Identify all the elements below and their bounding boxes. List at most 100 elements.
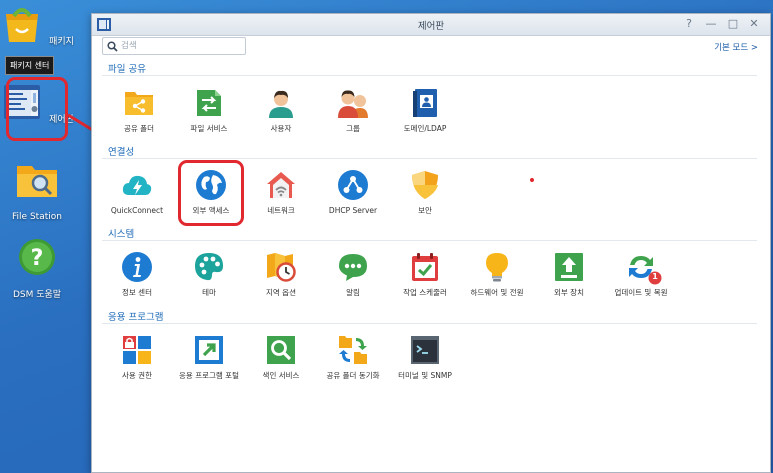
- app-label: 보안: [418, 206, 432, 215]
- section-title-connectivity: 연결성: [108, 147, 135, 158]
- app-label: 응용 프로그램 포털: [179, 371, 239, 380]
- app-label: 공유 폴더 동기화: [326, 371, 380, 380]
- search-box[interactable]: [102, 37, 246, 55]
- app-label: 네트워크: [267, 206, 295, 215]
- file-station-icon: [17, 166, 57, 197]
- app-quickconnect[interactable]: QuickConnect: [98, 169, 176, 216]
- app-regional-options[interactable]: 지역 옵션: [242, 251, 320, 298]
- app-label: 사용 권한: [122, 371, 152, 380]
- desktop-file-station[interactable]: File Station: [0, 160, 74, 223]
- external-access-highlight: [178, 160, 244, 226]
- app-network[interactable]: 네트워크: [242, 169, 320, 216]
- app-indexing-service[interactable]: 색인 서비스: [242, 334, 320, 381]
- dhcp-server-icon: [338, 170, 368, 200]
- app-shared-folder[interactable]: 공유 폴더: [100, 87, 178, 134]
- privileges-icon: [123, 336, 151, 364]
- theme-icon: [195, 253, 223, 281]
- app-user[interactable]: 사용자: [242, 87, 320, 134]
- section-title-system: 시스템: [108, 229, 135, 240]
- app-terminal-snmp[interactable]: 터미널 및 SNMP: [386, 334, 464, 381]
- quickconnect-icon: [122, 175, 152, 195]
- hardware-power-icon: [486, 253, 508, 282]
- app-notification[interactable]: 알림: [314, 251, 392, 298]
- info-center-icon: [122, 252, 152, 282]
- help-icon: ?: [19, 239, 55, 275]
- shared-folder-sync-icon: [339, 336, 367, 364]
- desktop-dsm-help[interactable]: ? DSM 도움말: [0, 236, 74, 301]
- app-info-center[interactable]: 정보 센터: [98, 251, 176, 298]
- desktop-package-label: 패키지: [49, 37, 74, 47]
- app-hardware-power[interactable]: 하드웨어 및 전원: [458, 251, 536, 298]
- desktop-file-station-label: File Station: [12, 212, 62, 222]
- control-panel-window: 제어판 ? — □ ✕ 기본 모드 > 파일 공유 공유 폴더 파일 서비스: [91, 13, 771, 473]
- app-label: 알림: [346, 288, 360, 297]
- section-divider: [102, 323, 757, 324]
- network-icon: [267, 172, 295, 198]
- window-title: 제어판: [417, 21, 445, 32]
- app-application-portal[interactable]: 응용 프로그램 포털: [170, 334, 248, 381]
- search-icon: [107, 41, 118, 52]
- app-label: 그룹: [346, 124, 360, 133]
- app-label: 공유 폴더: [124, 124, 154, 133]
- app-label: 색인 서비스: [262, 371, 300, 380]
- app-label: 사용자: [270, 124, 292, 133]
- app-label: 업데이트 및 복원: [614, 288, 668, 297]
- app-label: QuickConnect: [110, 206, 164, 215]
- desktop-help-label: DSM 도움말: [12, 290, 62, 300]
- file-services-icon: [197, 90, 221, 116]
- app-privileges[interactable]: 사용 권한: [98, 334, 176, 381]
- update-badge-count: 1: [652, 272, 658, 281]
- domain-ldap-icon: [413, 89, 437, 117]
- application-portal-icon: [195, 336, 223, 364]
- section-title-file-sharing: 파일 공유: [108, 64, 146, 75]
- app-label: 테마: [202, 288, 216, 297]
- security-icon: [412, 171, 438, 199]
- package-center-icon: [6, 8, 39, 42]
- external-devices-icon: [555, 253, 583, 281]
- basic-mode-label: 기본 모드: [714, 43, 749, 53]
- basic-mode-link[interactable]: 기본 모드 >: [714, 41, 758, 53]
- app-label: 도메인/LDAP: [403, 124, 447, 133]
- control-panel-highlight: [6, 77, 68, 141]
- package-center-tooltip: 패키지 센터: [5, 56, 55, 75]
- task-scheduler-icon: [412, 253, 438, 281]
- svg-text:?: ?: [31, 246, 44, 271]
- app-task-scheduler[interactable]: 작업 스케줄러: [386, 251, 464, 298]
- minimize-button[interactable]: —: [704, 17, 718, 31]
- app-label: 지역 옵션: [266, 288, 296, 297]
- app-theme[interactable]: 테마: [170, 251, 248, 298]
- title-bar[interactable]: 제어판 ? — □ ✕: [92, 14, 770, 36]
- section-divider: [102, 240, 757, 241]
- app-label: 작업 스케줄러: [403, 288, 447, 297]
- red-mark: [529, 177, 535, 183]
- app-label: 터미널 및 SNMP: [398, 371, 452, 380]
- chevron-right-icon: >: [750, 43, 758, 53]
- shared-folder-icon: [125, 92, 153, 115]
- app-domain-ldap[interactable]: 도메인/LDAP: [386, 87, 464, 134]
- app-dhcp-server[interactable]: DHCP Server: [314, 169, 392, 216]
- group-icon: [338, 90, 368, 118]
- app-external-devices[interactable]: 외부 장치: [530, 251, 608, 298]
- notification-icon: [339, 254, 367, 281]
- help-button[interactable]: ?: [682, 17, 696, 31]
- app-shared-folder-sync[interactable]: 공유 폴더 동기화: [314, 334, 392, 381]
- app-label: 외부 장치: [554, 288, 584, 297]
- regional-options-icon: [267, 253, 296, 282]
- desktop-package-center[interactable]: 패키지: [0, 2, 74, 48]
- app-label: 파일 서비스: [190, 124, 228, 133]
- indexing-service-icon: [267, 336, 295, 364]
- app-label: 정보 센터: [122, 288, 152, 297]
- app-label: 하드웨어 및 전원: [470, 288, 524, 297]
- app-label: DHCP Server: [328, 206, 378, 215]
- user-icon: [269, 90, 293, 118]
- app-update-restore[interactable]: 1 업데이트 및 복원: [602, 251, 680, 298]
- section-divider: [102, 158, 757, 159]
- app-group[interactable]: 그룹: [314, 87, 392, 134]
- app-file-services[interactable]: 파일 서비스: [170, 87, 248, 134]
- maximize-button[interactable]: □: [726, 17, 740, 31]
- close-button[interactable]: ✕: [747, 17, 761, 31]
- search-input[interactable]: [121, 39, 241, 53]
- terminal-snmp-icon: [411, 336, 439, 364]
- app-security[interactable]: 보안: [386, 169, 464, 216]
- section-divider: [102, 75, 757, 76]
